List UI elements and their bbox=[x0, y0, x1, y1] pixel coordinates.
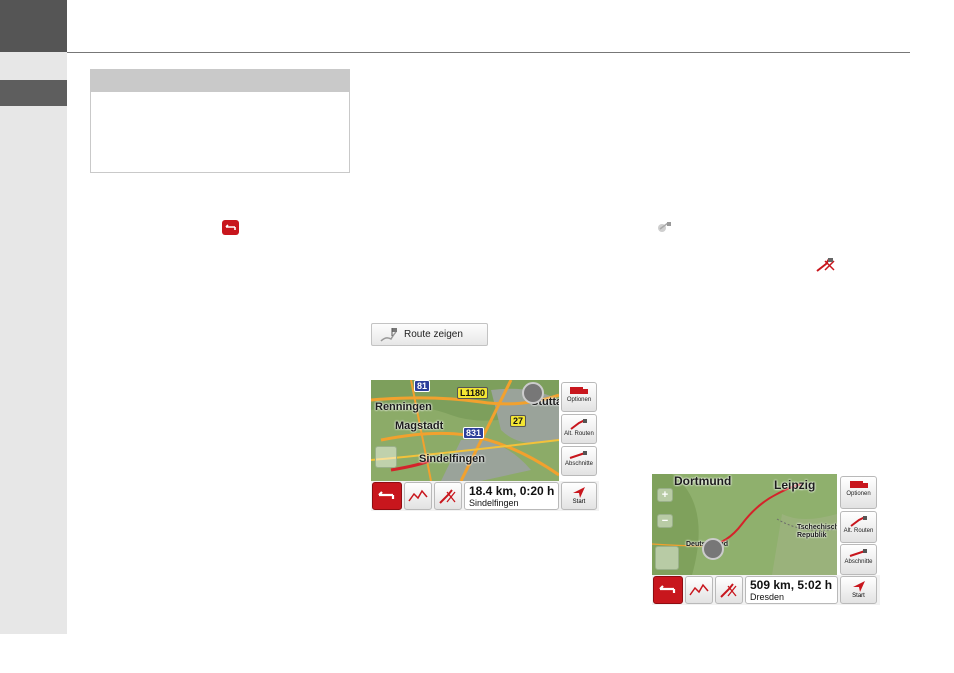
sections-icon bbox=[849, 549, 867, 557]
road-shield-81: 81 bbox=[414, 380, 431, 392]
alt-routes-icon bbox=[849, 516, 867, 527]
profile-button[interactable] bbox=[404, 482, 432, 510]
back-arrow-icon bbox=[222, 220, 239, 235]
route-distance-time: 18.4 km, 0:20 h bbox=[469, 484, 555, 498]
alt-routes-button[interactable]: Alt. Routen bbox=[840, 511, 877, 543]
bottom-bar-2: 509 km, 5:02 h Dresden Start bbox=[652, 575, 880, 605]
zoom-out-button[interactable]: − bbox=[657, 514, 673, 528]
note-box bbox=[90, 69, 350, 173]
nav-screen-2: Dortmund Leipzig Tschechische Republik D… bbox=[652, 474, 880, 605]
alt-routes-label: Alt. Routen bbox=[843, 528, 874, 534]
route-destination: Sindelfingen bbox=[469, 498, 519, 508]
nav-screen-1: Renningen Magstadt Sindelfingen Stutta 8… bbox=[371, 380, 599, 511]
start-label: Start bbox=[852, 593, 865, 599]
compass-icon[interactable] bbox=[702, 538, 724, 560]
sections-button[interactable]: Abschnitte bbox=[840, 544, 877, 575]
chapter-tab-top bbox=[0, 0, 67, 52]
zoom-in-button[interactable]: + bbox=[657, 488, 673, 502]
options-button[interactable]: Optionen bbox=[561, 382, 597, 412]
compass-icon[interactable] bbox=[522, 382, 544, 404]
map-label-leipzig: Leipzig bbox=[774, 478, 816, 492]
elevation-profile-icon bbox=[408, 489, 428, 502]
back-button[interactable] bbox=[372, 482, 402, 510]
block-route-icon bbox=[439, 489, 456, 504]
block-route-icon bbox=[814, 256, 838, 274]
route-overview-icon[interactable] bbox=[655, 546, 679, 570]
route-distance-time: 509 km, 5:02 h bbox=[750, 578, 833, 592]
start-button[interactable]: Start bbox=[561, 482, 597, 510]
back-arrow-icon bbox=[659, 585, 676, 593]
truck-icon bbox=[849, 481, 868, 488]
chapter-tab-marker bbox=[0, 80, 67, 106]
route-flag-icon bbox=[380, 327, 397, 342]
route-info-box[interactable]: 18.4 km, 0:20 h Sindelfingen bbox=[464, 482, 559, 510]
truck-icon bbox=[570, 387, 588, 394]
start-label: Start bbox=[572, 499, 586, 505]
map-label-sindelfingen: Sindelfingen bbox=[419, 453, 485, 465]
block-route-icon bbox=[720, 583, 737, 598]
route-overview-icon[interactable] bbox=[375, 446, 397, 468]
alt-routes-icon bbox=[570, 419, 587, 430]
alt-routes-label: Alt. Routen bbox=[564, 431, 594, 437]
start-arrow-icon bbox=[852, 581, 865, 592]
note-box-header bbox=[91, 70, 349, 92]
map-view-2[interactable]: Dortmund Leipzig Tschechische Republik D… bbox=[652, 474, 837, 575]
sections-label: Abschnitte bbox=[844, 559, 873, 565]
route-profile-icon bbox=[656, 220, 676, 234]
road-shield-l1180: L1180 bbox=[457, 387, 489, 399]
options-label: Optionen bbox=[846, 491, 871, 497]
road-shield-27: 27 bbox=[510, 415, 527, 427]
alt-routes-button[interactable]: Alt. Routen bbox=[561, 414, 597, 444]
map-label-renningen: Renningen bbox=[375, 401, 432, 413]
route-destination: Dresden bbox=[750, 592, 785, 602]
road-shield-831: 831 bbox=[463, 427, 485, 439]
block-button[interactable] bbox=[434, 482, 462, 510]
sections-icon bbox=[569, 451, 587, 459]
options-label: Optionen bbox=[566, 397, 592, 403]
map-label-dortmund: Dortmund bbox=[674, 474, 732, 488]
block-button[interactable] bbox=[715, 576, 743, 604]
map-label-magstadt: Magstadt bbox=[395, 420, 444, 432]
elevation-profile-icon bbox=[689, 583, 709, 596]
show-route-label: Route zeigen bbox=[404, 329, 463, 340]
route-info-box[interactable]: 509 km, 5:02 h Dresden bbox=[745, 576, 838, 604]
back-arrow-icon bbox=[378, 491, 395, 499]
profile-button[interactable] bbox=[685, 576, 713, 604]
bottom-bar-1: 18.4 km, 0:20 h Sindelfingen Start bbox=[371, 481, 599, 511]
start-button[interactable]: Start bbox=[840, 576, 877, 604]
header-rule bbox=[67, 52, 910, 53]
back-button[interactable] bbox=[653, 576, 683, 604]
start-arrow-icon bbox=[573, 487, 585, 498]
show-route-button[interactable]: Route zeigen bbox=[371, 323, 488, 346]
sections-button[interactable]: Abschnitte bbox=[561, 446, 597, 476]
map-view-1[interactable]: Renningen Magstadt Sindelfingen Stutta 8… bbox=[371, 380, 559, 481]
sections-label: Abschnitte bbox=[564, 461, 594, 467]
map-label-czech: Tschechische Republik bbox=[797, 524, 837, 539]
options-button[interactable]: Optionen bbox=[840, 476, 877, 509]
